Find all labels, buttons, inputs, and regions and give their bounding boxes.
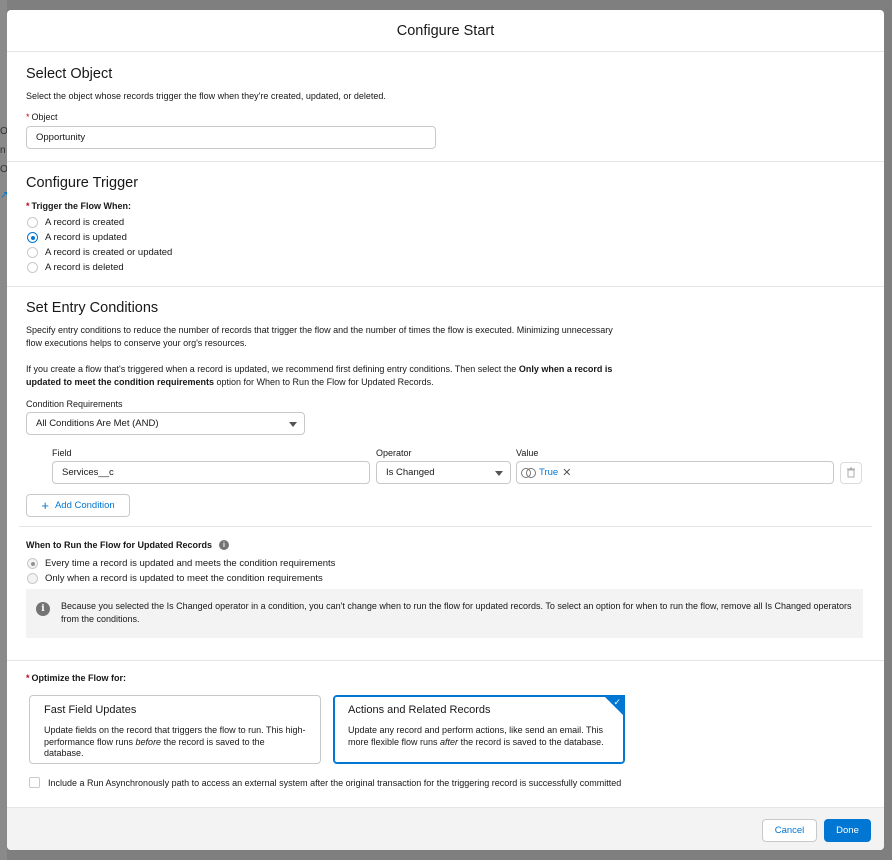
radio-label: Every time a record is updated and meets… — [45, 558, 336, 569]
card-title: Fast Field Updates — [44, 704, 137, 716]
radio-button[interactable] — [27, 558, 38, 569]
remove-pill-icon[interactable]: ✕ — [562, 466, 571, 479]
chevron-down-icon — [495, 471, 503, 476]
cancel-button[interactable]: Cancel — [762, 819, 817, 842]
optimize-label-text: Optimize the Flow for: — [31, 673, 127, 683]
info-notification: i Because you selected the Is Changed op… — [26, 589, 863, 638]
when-to-run-label: When to Run the Flow for Updated Records… — [26, 540, 229, 550]
value-pill: True — [539, 467, 559, 478]
card-desc-text: the record is saved to the database. — [458, 736, 604, 747]
recommendation-bold: Only when a record is — [518, 364, 613, 374]
when-to-run-option-only-when[interactable]: Only when a record is updated to meet th… — [27, 573, 323, 584]
background-fragment: n — [0, 145, 6, 156]
entry-conditions-recommendation: If you create a flow that's triggered wh… — [26, 363, 666, 388]
field-column-label: Field — [52, 448, 72, 458]
modal-title: Configure Start — [396, 22, 495, 39]
entry-conditions-description: Specify entry conditions to reduce the n… — [26, 324, 613, 349]
condition-requirements-label: Condition Requirements — [26, 399, 123, 409]
checkbox[interactable] — [29, 777, 40, 788]
select-value: All Conditions Are Met (AND) — [36, 418, 159, 429]
radio-button[interactable] — [27, 247, 38, 258]
trigger-option-deleted[interactable]: A record is deleted — [27, 262, 124, 273]
required-marker: * — [26, 201, 30, 211]
trigger-option-updated[interactable]: A record is updated — [27, 232, 127, 243]
description-line: Specify entry conditions to reduce the n… — [26, 325, 613, 335]
checkmark-icon: ✓ — [613, 697, 621, 707]
card-description: Update any record and perform actions, l… — [348, 725, 610, 748]
chevron-down-icon — [289, 422, 297, 427]
entry-conditions-heading: Set Entry Conditions — [26, 300, 159, 316]
configure-start-modal: Configure Start Select Object Select the… — [7, 10, 884, 850]
add-condition-button[interactable]: + Add Condition — [26, 494, 130, 517]
condition-value-input[interactable]: True ✕ — [516, 461, 834, 484]
info-icon[interactable]: i — [219, 540, 229, 550]
when-to-run-label-text: When to Run the Flow for Updated Records — [26, 540, 212, 550]
add-icon: + — [41, 498, 49, 513]
card-description: Update fields on the record that trigger… — [44, 725, 306, 760]
description-line: flow executions helps to conserve your o… — [26, 337, 247, 348]
radio-button[interactable] — [27, 573, 38, 584]
condition-requirements-select[interactable]: All Conditions Are Met (AND) — [26, 412, 305, 435]
trigger-label: * Trigger the Flow When: — [26, 201, 131, 211]
select-value: Is Changed — [386, 467, 435, 478]
condition-operator-select[interactable]: Is Changed — [376, 461, 511, 484]
trigger-option-created-or-updated[interactable]: A record is created or updated — [27, 247, 172, 258]
required-marker: * — [26, 112, 30, 122]
object-label-text: Object — [31, 112, 58, 122]
modal-header: Configure Start — [7, 10, 884, 52]
run-async-option[interactable]: Include a Run Asynchronously path to acc… — [29, 777, 621, 788]
info-icon: i — [36, 602, 50, 616]
modal-footer: Cancel Done — [7, 807, 884, 850]
trigger-label-text: Trigger the Flow When: — [31, 201, 132, 211]
select-object-description: Select the object whose records trigger … — [26, 91, 386, 101]
select-object-heading: Select Object — [26, 66, 113, 82]
checkbox-label: Include a Run Asynchronously path to acc… — [48, 777, 622, 788]
value-column-label: Value — [516, 448, 539, 458]
radio-label: A record is deleted — [45, 262, 124, 273]
trash-icon — [847, 467, 855, 478]
card-desc-em: before — [135, 736, 162, 747]
info-message: Because you selected the Is Changed oper… — [61, 601, 852, 624]
done-button[interactable]: Done — [824, 819, 871, 842]
recommendation-bold: updated to meet the condition requiremen… — [26, 376, 215, 387]
fast-field-updates-card[interactable]: Fast Field Updates Update fields on the … — [29, 695, 321, 764]
delete-condition-button[interactable] — [840, 462, 862, 484]
recommendation-text: option for When to Run the Flow for Upda… — [214, 376, 434, 387]
radio-button[interactable] — [27, 262, 38, 273]
object-input[interactable]: Opportunity — [26, 126, 436, 149]
radio-button[interactable] — [27, 217, 38, 228]
button-label: Add Condition — [54, 500, 115, 511]
radio-label: A record is updated — [45, 232, 127, 243]
operator-column-label: Operator — [376, 448, 412, 458]
card-desc-em: after — [440, 736, 459, 747]
when-to-run-option-every-time[interactable]: Every time a record is updated and meets… — [27, 558, 335, 569]
boolean-icon — [521, 468, 536, 478]
radio-label: A record is created — [45, 217, 125, 228]
condition-field-input[interactable]: Services__c — [52, 461, 370, 484]
section-divider — [19, 526, 872, 527]
radio-label: Only when a record is updated to meet th… — [45, 573, 323, 584]
actions-related-records-card[interactable]: Actions and Related Records Update any r… — [333, 695, 625, 764]
section-divider — [7, 660, 884, 661]
configure-trigger-heading: Configure Trigger — [26, 175, 139, 191]
section-divider — [7, 161, 884, 162]
radio-label: A record is created or updated — [45, 247, 173, 258]
recommendation-text: If you create a flow that's triggered wh… — [26, 364, 519, 374]
radio-button[interactable] — [27, 232, 38, 243]
optimize-label: * Optimize the Flow for: — [26, 673, 126, 683]
required-marker: * — [26, 673, 30, 683]
section-divider — [7, 286, 884, 287]
card-title: Actions and Related Records — [348, 704, 491, 716]
object-label: * Object — [26, 112, 58, 122]
trigger-option-created[interactable]: A record is created — [27, 217, 124, 228]
